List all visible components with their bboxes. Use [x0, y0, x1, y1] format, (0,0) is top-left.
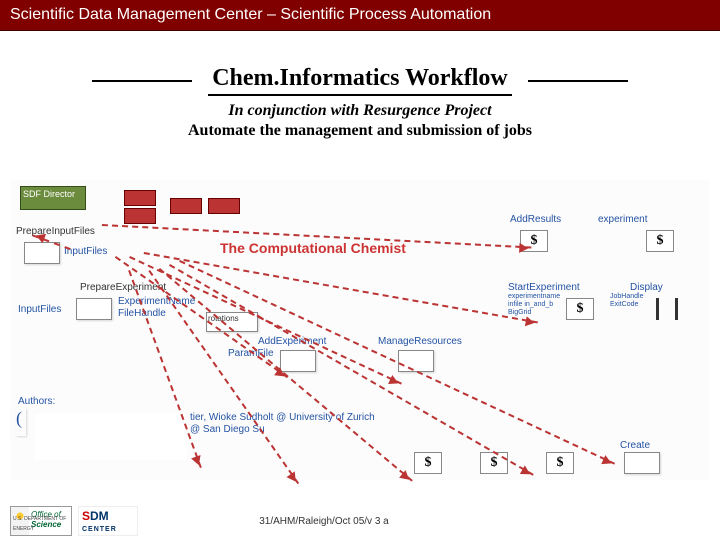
- office-of-science-logo: Office ofScience U.S. DEPARTMENT OF ENER…: [10, 506, 72, 536]
- rule-left: [92, 80, 192, 82]
- red-node: [208, 198, 240, 214]
- sdf-director-node: SDF Director: [20, 186, 86, 210]
- dollar-node: $: [480, 452, 508, 474]
- display-node: [656, 298, 678, 320]
- slide-subtitle: In conjunction with Resurgence Project: [0, 102, 720, 120]
- node: [24, 242, 60, 264]
- arrow: [144, 252, 538, 323]
- node: [398, 350, 434, 372]
- header-text: Scientific Data Management Center – Scie…: [10, 6, 491, 23]
- label-experiment: experiment: [598, 214, 647, 225]
- label-display: Display: [630, 282, 663, 293]
- dollar-node: $: [546, 452, 574, 474]
- label-inputfiles2: InputFiles: [18, 304, 61, 315]
- red-node: [170, 198, 202, 214]
- label-center: The Computational Chemist: [220, 240, 406, 256]
- slide-footnote: 31/AHM/Raleigh/Oct 05/v 3 a: [68, 516, 580, 527]
- dollar-node: $: [566, 298, 594, 320]
- label-startexp: StartExperiment: [508, 282, 580, 293]
- node: [280, 350, 316, 372]
- footer: Office ofScience U.S. DEPARTMENT OF ENER…: [0, 506, 720, 536]
- label-addresults: AddResults: [510, 214, 561, 225]
- label-startexp-sub: experimentname infile in_and_b BigGrid: [508, 293, 560, 317]
- arrow: [169, 264, 534, 476]
- arrow: [159, 268, 413, 482]
- label-create: Create: [620, 440, 650, 451]
- mask-box: [34, 414, 186, 460]
- rule-right: [528, 80, 628, 82]
- slide-description: Automate the management and submission o…: [0, 122, 720, 140]
- workflow-diagram: SDF Director PrepareInputFiles InputFile…: [10, 180, 710, 480]
- title-block: Chem.Informatics Workflow In conjunction…: [0, 65, 720, 140]
- node: [624, 452, 660, 474]
- node: [76, 298, 112, 320]
- header-bar: Scientific Data Management Center – Scie…: [0, 0, 720, 31]
- red-node: [124, 190, 156, 206]
- label-display-sub: JobHandle ExitCode: [610, 293, 643, 309]
- dollar-node: $: [414, 452, 442, 474]
- brace-icon: (: [16, 408, 26, 436]
- dollar-node: $: [646, 230, 674, 252]
- red-node: [124, 208, 156, 224]
- label-manageres: ManageResources: [378, 336, 462, 347]
- label-prepare-input: PrepareInputFiles: [16, 226, 95, 237]
- slide-title: Chem.Informatics Workflow: [208, 65, 512, 96]
- label-authors: Authors:: [18, 396, 55, 407]
